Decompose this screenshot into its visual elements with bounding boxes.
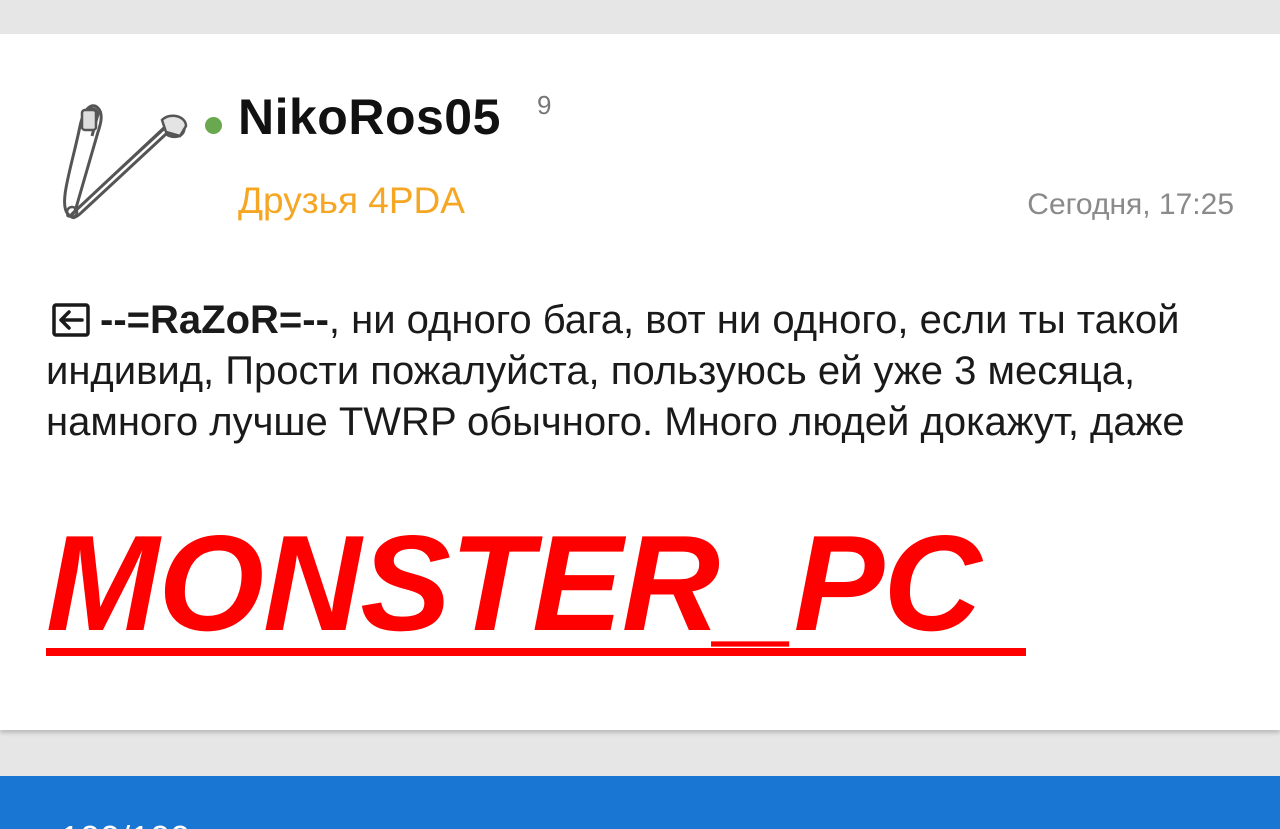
bottom-toolbar: 100/100 [0, 776, 1280, 829]
post-author-username[interactable]: NikoRos05 [238, 88, 501, 146]
reply-arrow-icon[interactable] [52, 303, 90, 337]
bottom-toolbar-text: 100/100 [60, 818, 190, 829]
post-timestamp: Сегодня, 17:25 [1027, 188, 1234, 221]
highlight-underline [46, 648, 1026, 656]
user-group-label: Друзья 4PDA [238, 180, 465, 221]
reputation-count[interactable]: 9 [537, 90, 551, 121]
safety-pin-icon[interactable] [62, 96, 192, 222]
highlight-text: MONSTER_PC [46, 507, 982, 659]
online-status-icon [205, 117, 222, 134]
post-body: --=RaZoR=--, ни одного бага, вот ни одно… [46, 295, 1236, 448]
quoted-user-link[interactable]: --=RaZoR=-- [100, 298, 329, 342]
top-strip [0, 0, 1280, 34]
